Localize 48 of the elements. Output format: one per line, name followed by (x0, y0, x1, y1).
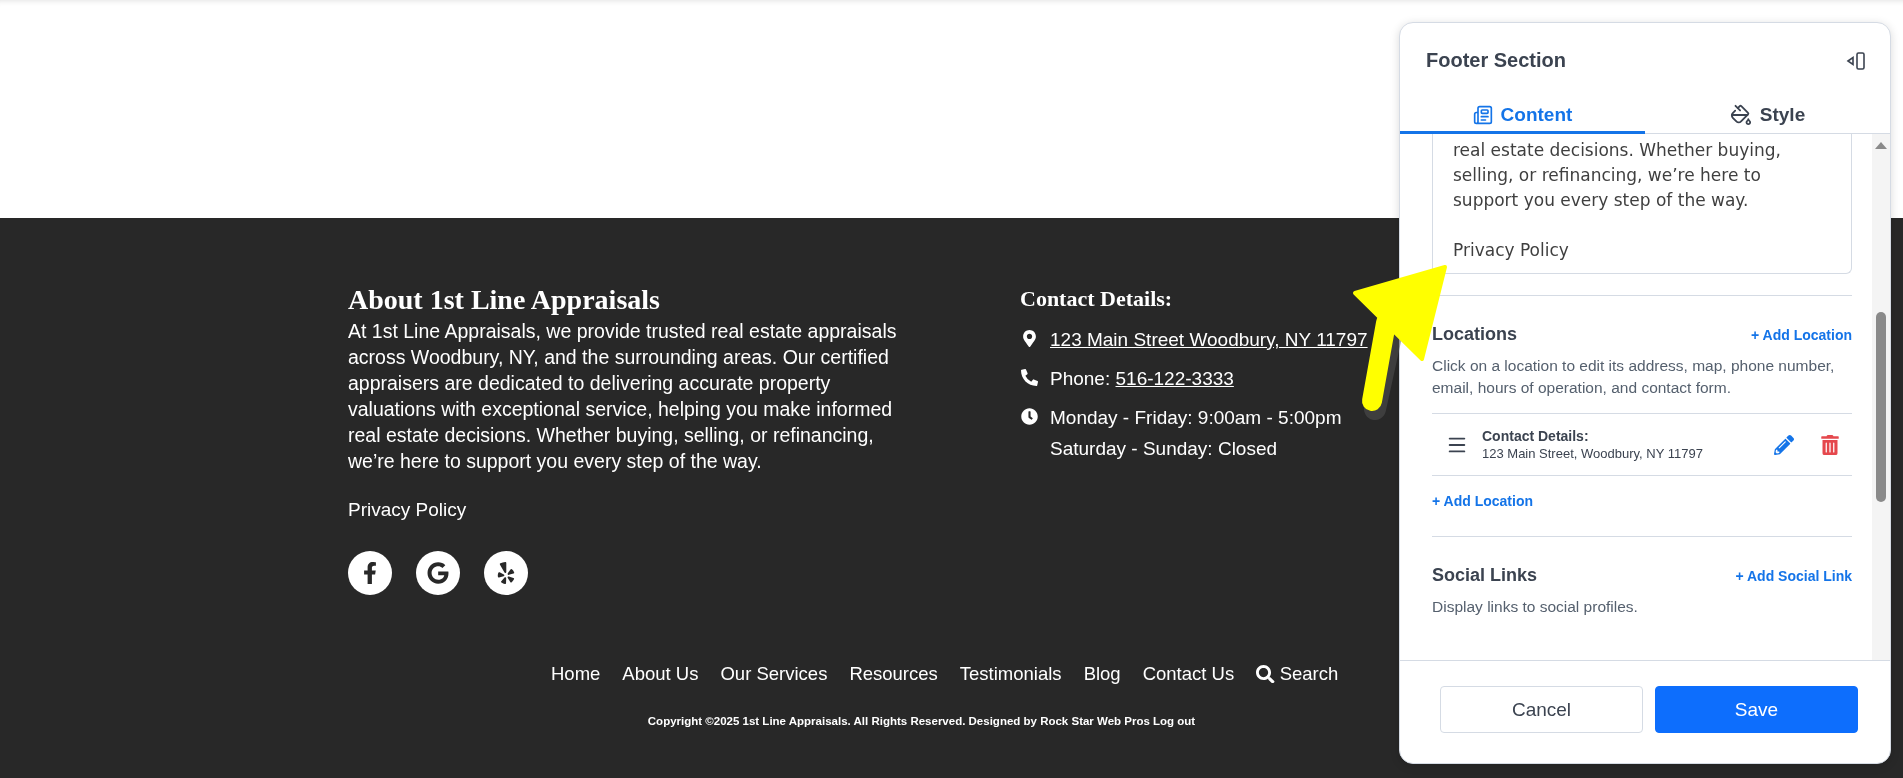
social-link[interactable] (348, 551, 392, 595)
location-name: Contact Details: (1482, 428, 1590, 444)
layout-icon (1472, 105, 1493, 125)
hours-text: Saturday - Sunday: Closed (1050, 437, 1279, 461)
location-address: 123 Main Street, Woodbury, NY 11797 (1482, 446, 1704, 461)
nav-link[interactable]: Resources (849, 663, 938, 685)
delete-button[interactable] (1820, 434, 1840, 455)
nav-link[interactable]: Home (551, 663, 601, 685)
panel-title: Footer Section (1426, 49, 1566, 72)
add-social-link[interactable]: + Add Social Link (1735, 567, 1852, 584)
phone-icon (1020, 369, 1038, 386)
about-text: At 1st Line Appraisals, we provide trusted real estate appraisals across Woodbury, NY, and the surrounding areas. Our certified appraisers are dedicated to delivering accurate property valuations with exceptional service, helping you make informed real estate decisions. Whether buying, selling, or refinancing, we’re here to support you every step of the way. (348, 319, 898, 474)
section-title: Locations (1432, 324, 1517, 345)
panel-tab[interactable]: Content (1400, 102, 1645, 134)
hours-text: Monday - Friday: 9:00am - 5:00pm (1050, 406, 1342, 430)
add-location-link[interactable]: + Add Location (1432, 493, 1533, 509)
panel-tab[interactable]: Style (1645, 102, 1890, 134)
clock-icon (1020, 408, 1038, 425)
section-description: Click on a location to edit its address, map, phone number, email, hours of operation, and contact form. (1432, 356, 1836, 398)
add-location-link[interactable]: + Add Location (1751, 326, 1852, 343)
nav-link[interactable]: About Us (622, 663, 699, 685)
address-link[interactable]: 123 Main Street Woodbury, NY 11797 (1050, 324, 1368, 355)
section-description: Display links to social profiles. (1432, 597, 1639, 617)
map-pin-icon (1020, 330, 1038, 347)
phone-label: Phone: (1050, 368, 1111, 389)
nav-link[interactable]: Our Services (720, 663, 828, 685)
privacy-policy-link[interactable]: Privacy Policy (348, 499, 467, 521)
scrollbar[interactable] (1872, 134, 1890, 660)
collapse-panel-icon[interactable] (1846, 50, 1866, 71)
social-link[interactable] (416, 551, 460, 595)
nav-link[interactable]: Blog (1083, 663, 1121, 685)
paint-bucket-icon (1729, 104, 1752, 126)
nav-link[interactable]: Testimonials (959, 663, 1062, 685)
google-icon (427, 562, 449, 584)
nav-link[interactable]: Search (1256, 663, 1339, 685)
contact-heading: Contact Details: (1020, 286, 1174, 312)
save-button[interactable]: Save (1655, 686, 1858, 733)
phone-link[interactable]: 516-122-3333 (1115, 368, 1234, 389)
about-heading: About 1st Line Appraisals (348, 284, 661, 316)
copyright-text: Copyright ©2025 1st Line Appraisals. All Rights Reserved. Designed by Rock Star Web Pros Log out (647, 715, 1196, 727)
nav-link[interactable]: Contact Us (1142, 663, 1235, 685)
edit-button[interactable] (1774, 434, 1794, 455)
location-row[interactable]: Contact Details: 123 Main Street, Woodbury, NY 11797 (1432, 413, 1852, 476)
section-title: Social Links (1432, 565, 1538, 586)
search-icon (1256, 664, 1275, 684)
social-link[interactable] (484, 551, 528, 595)
yelp-icon (495, 562, 517, 584)
cancel-button[interactable]: Cancel (1440, 686, 1643, 733)
